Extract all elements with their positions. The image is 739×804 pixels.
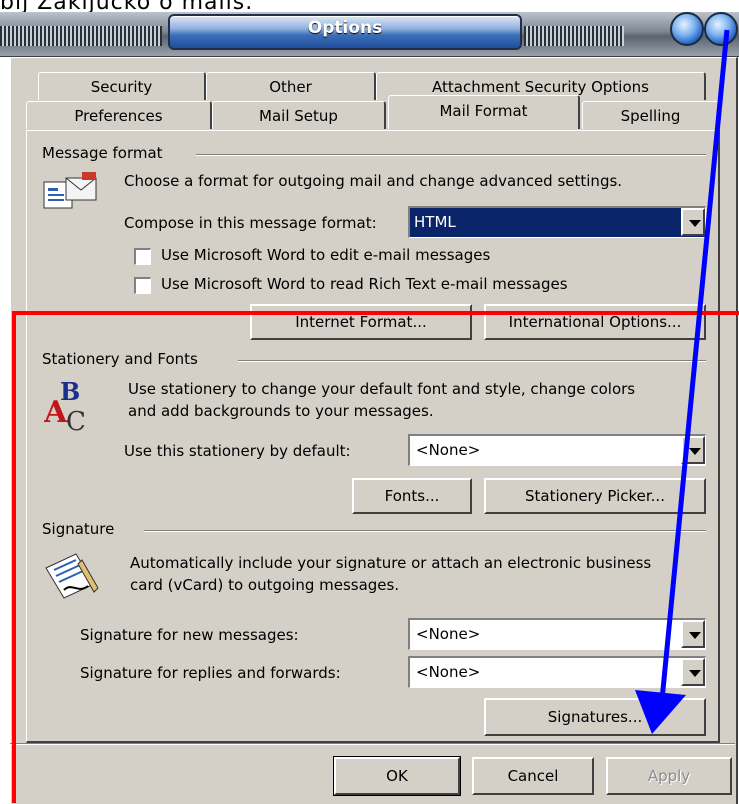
signature-reply-label: Signature for replies and forwards:	[80, 664, 341, 682]
chevron-down-icon[interactable]	[681, 658, 705, 686]
signature-new-select[interactable]: <None>	[408, 618, 706, 650]
stationery-picker-button[interactable]: Stationery Picker...	[484, 478, 706, 514]
chevron-down-icon[interactable]	[681, 208, 705, 236]
svg-text:A: A	[44, 395, 68, 430]
stationery-description-line2: and add backgrounds to your messages.	[128, 402, 434, 420]
chevron-down-icon[interactable]	[681, 436, 705, 464]
tab-mail-format[interactable]: Mail Format	[388, 95, 580, 129]
footer-divider	[10, 743, 735, 745]
window-title: Options	[307, 18, 383, 38]
signatures-button[interactable]: Signatures...	[484, 698, 706, 736]
stationery-title: Stationery and Fonts	[42, 350, 198, 368]
ok-button[interactable]: OK	[333, 756, 461, 796]
signature-divider	[144, 530, 706, 532]
tab-preferences[interactable]: Preferences	[26, 101, 212, 129]
signature-reply-value: <None>	[416, 663, 481, 681]
compose-format-value: HTML	[414, 213, 456, 231]
title-grip-right	[524, 26, 624, 46]
signature-description-line1: Automatically include your signature or …	[130, 554, 652, 572]
stationery-default-value: <None>	[416, 441, 481, 459]
use-word-edit-checkbox[interactable]	[134, 248, 151, 265]
tab-mail-setup[interactable]: Mail Setup	[212, 101, 386, 129]
tab-security[interactable]: Security	[38, 72, 206, 100]
signature-new-value: <None>	[416, 625, 481, 643]
message-format-description: Choose a format for outgoing mail and ch…	[124, 172, 623, 190]
stationery-default-label: Use this stationery by default:	[124, 442, 351, 460]
stationery-default-select[interactable]: <None>	[408, 434, 706, 466]
minimize-orb-icon[interactable]	[670, 12, 704, 46]
signature-title: Signature	[42, 520, 115, 538]
cancel-button[interactable]: Cancel	[472, 757, 594, 795]
title-grip-left	[0, 26, 162, 46]
internet-format-button[interactable]: Internet Format...	[250, 304, 472, 340]
signature-reply-select[interactable]: <None>	[408, 656, 706, 688]
message-format-icon	[42, 168, 102, 214]
use-word-read-checkbox[interactable]	[134, 277, 151, 294]
signature-description-line2: card (vCard) to outgoing messages.	[130, 576, 400, 594]
compose-format-label: Compose in this message format:	[124, 214, 377, 232]
use-word-read-label: Use Microsoft Word to read Rich Text e-m…	[161, 275, 568, 293]
message-format-divider	[196, 154, 706, 156]
message-format-title: Message format	[42, 144, 163, 162]
stationery-description-line1: Use stationery to change your default fo…	[128, 380, 636, 398]
tab-spelling[interactable]: Spelling	[582, 101, 720, 129]
close-orb-icon[interactable]	[704, 12, 738, 46]
use-word-edit-label: Use Microsoft Word to edit e-mail messag…	[161, 246, 491, 264]
fonts-button[interactable]: Fonts...	[352, 478, 472, 514]
signature-icon	[42, 550, 102, 600]
stationery-divider	[238, 360, 706, 362]
compose-format-select[interactable]: HTML	[408, 206, 706, 238]
international-options-button[interactable]: International Options...	[484, 304, 706, 340]
stationery-icon: B A C	[43, 376, 102, 437]
signature-new-label: Signature for new messages:	[80, 626, 299, 644]
chevron-down-icon[interactable]	[681, 620, 705, 648]
apply-button[interactable]: Apply	[606, 757, 732, 795]
tab-other[interactable]: Other	[206, 72, 376, 100]
svg-text:C: C	[66, 407, 86, 434]
